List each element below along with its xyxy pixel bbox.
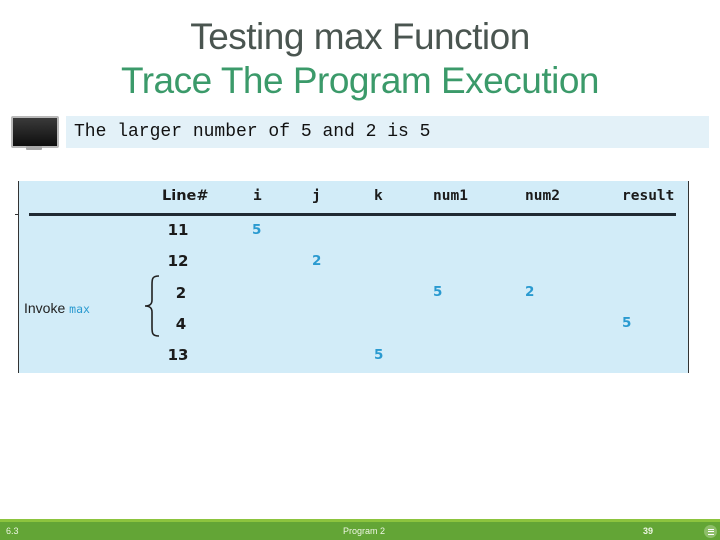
invoke-label: Invoke max: [24, 299, 90, 318]
header-j: j: [312, 188, 321, 204]
footer-section-number: 6.3: [6, 526, 19, 536]
row-line-number: 13: [167, 346, 189, 364]
monitor-screen: [11, 116, 59, 148]
row-num2-value: 2: [525, 284, 535, 300]
header-result: result: [622, 188, 675, 204]
invoke-method: max: [69, 302, 90, 316]
console-output: The larger number of 5 and 2 is 5: [66, 116, 709, 148]
row-i-value: 5: [252, 222, 262, 238]
header-k: k: [374, 188, 383, 204]
row-line-number: 11: [167, 221, 189, 239]
curly-brace-icon: [144, 275, 160, 337]
invoke-text: Invoke: [24, 300, 66, 316]
row-num1-value: 5: [433, 284, 443, 300]
monitor-icon: [11, 116, 59, 152]
monitor-stand: [26, 146, 42, 150]
header-line-number: Line#: [162, 188, 209, 204]
header-divider: [29, 213, 676, 216]
row-result-value: 5: [622, 315, 632, 331]
slide-footer: 6.3 Program 2 39: [0, 522, 720, 540]
row-line-number: 2: [175, 284, 187, 302]
header-num1: num1: [433, 188, 468, 204]
row-j-value: 2: [312, 253, 322, 269]
panel-tick: [15, 214, 19, 215]
row-k-value: 5: [374, 347, 384, 363]
footer-page-number: 39: [643, 526, 654, 536]
slide-title: Testing max Function: [190, 16, 530, 57]
row-line-number: 12: [167, 252, 189, 270]
slide-subtitle: Trace The Program Execution: [121, 60, 600, 101]
menu-icon[interactable]: [704, 525, 717, 538]
footer-program-name: Program 2: [343, 526, 386, 536]
header-i: i: [253, 188, 262, 204]
header-num2: num2: [525, 188, 560, 204]
row-line-number: 4: [175, 315, 187, 333]
trace-table: [15, 181, 689, 373]
